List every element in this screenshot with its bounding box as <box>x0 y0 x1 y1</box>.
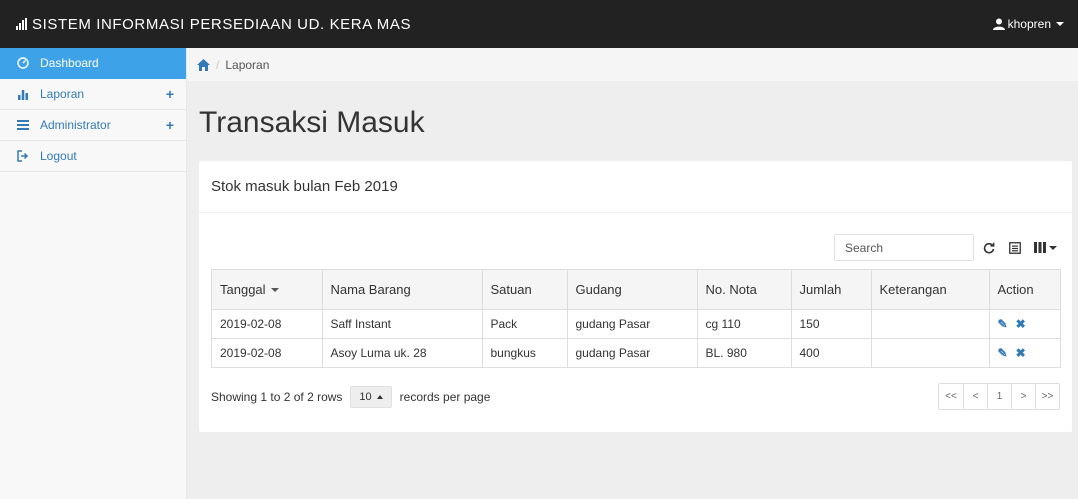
caret-down-icon <box>1048 245 1057 250</box>
cell-keterangan <box>870 337 989 367</box>
sort-caret-icon <box>270 288 279 293</box>
pagination: << < 1 > >> <box>938 383 1060 410</box>
page-size-dropdown[interactable]: 10 <box>350 386 392 408</box>
cell-satuan: bungkus <box>481 337 567 367</box>
top-navbar: SISTEM INFORMASI PERSEDIAAN UD. KERA MAS… <box>0 0 1078 48</box>
sidebar: Dashboard Laporan + Administrator + Logo… <box>0 48 187 499</box>
sidebar-item-logout[interactable]: Logout <box>0 141 186 172</box>
cell-nama-barang: Asoy Luma uk. 28 <box>321 337 482 367</box>
columns-icon <box>1033 242 1046 253</box>
user-menu[interactable]: khopren <box>992 17 1064 31</box>
list-alt-icon <box>1009 241 1021 254</box>
cell-no-nota: BL. 980 <box>696 337 791 367</box>
rows-summary: Showing 1 to 2 of 2 rows <box>211 390 343 404</box>
sidebar-item-label: Dashboard <box>40 56 99 70</box>
cell-no-nota: cg 110 <box>696 308 791 338</box>
cell-tanggal: 2019-02-08 <box>212 308 322 338</box>
sidebar-item-administrator[interactable]: Administrator + <box>0 110 186 141</box>
delete-x-icon[interactable]: ✖ <box>1016 346 1026 360</box>
table-row: 2019-02-08 Asoy Luma uk. 28 bungkus guda… <box>212 337 1060 367</box>
cell-gudang: gudang Pasar <box>566 337 697 367</box>
main-content: / Laporan Transaksi Masuk Stok masuk bul… <box>187 48 1078 499</box>
list-icon <box>16 118 30 132</box>
data-table: Tanggal Nama Barang Satuan Gudang No. No… <box>211 269 1061 368</box>
column-header-nama-barang[interactable]: Nama Barang <box>321 270 482 309</box>
cell-jumlah: 400 <box>790 337 871 367</box>
cell-action: ✎ ✖ <box>988 308 1060 338</box>
sidebar-item-laporan[interactable]: Laporan + <box>0 79 186 110</box>
sidebar-item-label: Administrator <box>40 118 111 132</box>
breadcrumb-separator: / <box>216 57 220 72</box>
column-header-jumlah[interactable]: Jumlah <box>790 270 871 309</box>
search-input[interactable] <box>834 234 974 261</box>
per-page-label: records per page <box>399 390 491 404</box>
signal-bars-icon <box>16 18 27 30</box>
cell-jumlah: 150 <box>790 308 871 338</box>
column-header-keterangan[interactable]: Keterangan <box>870 270 989 309</box>
column-header-satuan[interactable]: Satuan <box>481 270 567 309</box>
refresh-button[interactable] <box>978 234 1000 261</box>
column-header-gudang[interactable]: Gudang <box>566 270 697 309</box>
panel-heading: Stok masuk bulan Feb 2019 <box>199 161 1072 213</box>
page-title: Transaksi Masuk <box>199 106 425 139</box>
table-row: 2019-02-08 Saff Instant Pack gudang Pasa… <box>212 308 1060 338</box>
breadcrumb-current: Laporan <box>225 57 270 72</box>
refresh-icon <box>983 242 995 253</box>
pagination-info: Showing 1 to 2 of 2 rows 10 records per … <box>211 386 490 408</box>
edit-pencil-icon[interactable]: ✎ <box>998 346 1008 360</box>
cell-tanggal: 2019-02-08 <box>212 337 322 367</box>
toggle-view-button[interactable] <box>1004 234 1026 261</box>
columns-button[interactable] <box>1030 234 1060 261</box>
next-page-button[interactable]: > <box>1011 384 1035 409</box>
plus-icon[interactable]: + <box>166 86 174 102</box>
prev-page-button[interactable]: < <box>963 384 987 409</box>
sidebar-item-dashboard[interactable]: Dashboard <box>0 48 186 79</box>
column-header-action: Action <box>988 270 1060 309</box>
table-header-row: Tanggal Nama Barang Satuan Gudang No. No… <box>212 270 1060 309</box>
home-icon[interactable] <box>197 58 210 71</box>
cell-satuan: Pack <box>481 308 567 338</box>
edit-pencil-icon[interactable]: ✎ <box>998 317 1008 331</box>
user-icon <box>992 18 1005 30</box>
caret-up-icon <box>376 395 383 399</box>
cell-action: ✎ ✖ <box>988 337 1060 367</box>
bar-chart-icon <box>16 87 30 101</box>
plus-icon[interactable]: + <box>166 117 174 133</box>
page-1-button[interactable]: 1 <box>987 384 1011 409</box>
caret-down-icon <box>1056 22 1064 26</box>
last-page-button[interactable]: >> <box>1035 384 1059 409</box>
delete-x-icon[interactable]: ✖ <box>1016 317 1026 331</box>
sidebar-item-label: Laporan <box>40 87 85 101</box>
transactions-panel: Stok masuk bulan Feb 2019 Tanggal Nama B… <box>199 161 1072 432</box>
logout-icon <box>16 149 30 163</box>
dashboard-icon <box>16 56 30 70</box>
app-title: SISTEM INFORMASI PERSEDIAAN UD. KERA MAS <box>32 15 412 33</box>
cell-gudang: gudang Pasar <box>566 308 697 338</box>
brand[interactable]: SISTEM INFORMASI PERSEDIAAN UD. KERA MAS <box>16 16 411 33</box>
user-name: khopren <box>1007 17 1051 31</box>
column-header-tanggal[interactable]: Tanggal <box>212 270 322 309</box>
table-toolbar <box>834 234 1060 261</box>
breadcrumb: / Laporan <box>187 48 1078 81</box>
sidebar-item-label: Logout <box>40 149 77 163</box>
first-page-button[interactable]: << <box>939 384 963 409</box>
cell-nama-barang: Saff Instant <box>321 308 482 338</box>
column-header-no-nota[interactable]: No. Nota <box>696 270 791 309</box>
cell-keterangan <box>870 308 989 338</box>
